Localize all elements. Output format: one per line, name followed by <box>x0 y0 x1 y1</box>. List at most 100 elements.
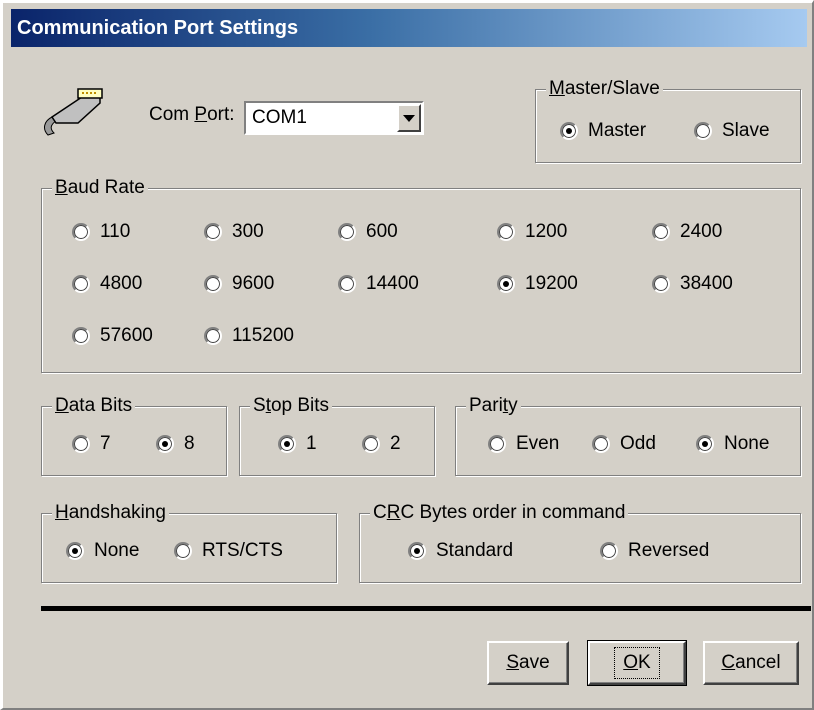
radio-baud-300-label: 300 <box>232 221 264 242</box>
radio-baud-600[interactable]: 600 <box>338 221 398 243</box>
radio-parity-none-dot <box>696 435 714 453</box>
parity-group: Parity Even Odd None <box>455 394 801 476</box>
save-button-rest: ave <box>519 652 550 673</box>
radio-baud-57600[interactable]: 57600 <box>72 325 153 347</box>
radio-parity-odd[interactable]: Odd <box>592 433 656 455</box>
radio-baud-57600-label: 57600 <box>100 325 153 346</box>
radio-handshaking-none[interactable]: None <box>66 540 139 562</box>
radio-master[interactable]: Master <box>560 120 646 142</box>
master-slave-legend-rest: aster/Slave <box>564 78 660 99</box>
radio-data-bits-8[interactable]: 8 <box>156 433 195 455</box>
radio-baud-38400-label: 38400 <box>680 273 733 294</box>
radio-baud-300[interactable]: 300 <box>204 221 264 243</box>
radio-baud-4800[interactable]: 4800 <box>72 273 142 295</box>
com-port-label-post: ort: <box>207 104 235 125</box>
com-port-label: Com Port: <box>149 104 235 126</box>
separator <box>41 606 811 611</box>
radio-data-bits-8-label: 8 <box>184 433 195 454</box>
radio-parity-odd-label: Odd <box>620 433 656 454</box>
radio-stop-bits-2[interactable]: 2 <box>362 433 401 455</box>
radio-baud-4800-dot <box>72 275 90 293</box>
crc-order-group: CRC Bytes order in command Standard Reve… <box>359 501 801 583</box>
baud-rate-legend-rest: aud Rate <box>67 177 145 198</box>
crc-order-legend: CRC Bytes order in command <box>370 501 629 525</box>
radio-baud-115200[interactable]: 115200 <box>204 325 294 347</box>
radio-baud-1200-label: 1200 <box>525 221 568 242</box>
cancel-button[interactable]: Cancel <box>703 641 799 685</box>
save-button-key: S <box>506 652 520 673</box>
handshaking-legend-rest: andshaking <box>68 502 166 523</box>
radio-baud-110[interactable]: 110 <box>72 221 130 243</box>
radio-baud-14400-label: 14400 <box>366 273 419 294</box>
master-slave-legend-key: M <box>549 78 565 99</box>
radio-baud-600-label: 600 <box>366 221 398 242</box>
radio-crc-standard[interactable]: Standard <box>408 540 513 562</box>
crc-order-legend-key: R <box>386 502 401 523</box>
radio-stop-bits-1[interactable]: 1 <box>278 433 317 455</box>
save-button[interactable]: Save <box>487 641 569 685</box>
radio-baud-2400[interactable]: 2400 <box>652 221 722 243</box>
radio-data-bits-7[interactable]: 7 <box>72 433 111 455</box>
radio-baud-4800-label: 4800 <box>100 273 143 294</box>
radio-baud-38400[interactable]: 38400 <box>652 273 733 295</box>
baud-rate-group: Baud Rate 110 300 600 1200 2400 4800 960… <box>41 176 801 373</box>
radio-baud-2400-dot <box>652 223 670 241</box>
parity-legend-pre: Pari <box>469 395 503 416</box>
radio-baud-57600-dot <box>72 327 90 345</box>
radio-parity-none-label: None <box>724 433 770 454</box>
radio-baud-2400-label: 2400 <box>680 221 723 242</box>
cancel-button-key: C <box>721 652 736 673</box>
crc-order-legend-rest: C Bytes order in command <box>400 502 626 523</box>
combo-dropdown-button[interactable] <box>397 104 421 132</box>
radio-baud-14400-dot <box>338 275 356 293</box>
radio-slave-label: Slave <box>722 120 770 141</box>
radio-crc-standard-dot <box>408 542 426 560</box>
radio-baud-14400[interactable]: 14400 <box>338 273 419 295</box>
radio-stop-bits-2-dot <box>362 435 380 453</box>
radio-baud-300-dot <box>204 223 222 241</box>
radio-parity-none[interactable]: None <box>696 433 769 455</box>
radio-parity-even-dot <box>488 435 506 453</box>
radio-master-dot <box>560 122 578 140</box>
radio-parity-even[interactable]: Even <box>488 433 559 455</box>
handshaking-legend: Handshaking <box>52 501 169 525</box>
radio-handshaking-rts-cts-label: RTS/CTS <box>202 540 283 561</box>
com-port-select[interactable]: COM1 <box>244 101 424 135</box>
radio-handshaking-rts-cts[interactable]: RTS/CTS <box>174 540 283 562</box>
radio-baud-1200[interactable]: 1200 <box>497 221 567 243</box>
ok-button-rest: K <box>638 652 651 673</box>
radio-slave-dot <box>694 122 712 140</box>
radio-baud-19200[interactable]: 19200 <box>497 273 578 295</box>
radio-crc-reversed[interactable]: Reversed <box>600 540 709 562</box>
data-bits-legend-key: D <box>55 395 69 416</box>
radio-baud-9600[interactable]: 9600 <box>204 273 274 295</box>
handshaking-group: Handshaking None RTS/CTS <box>41 501 337 583</box>
master-slave-legend: Master/Slave <box>546 77 663 101</box>
data-bits-legend-rest: ata Bits <box>68 395 133 416</box>
radio-parity-even-label: Even <box>516 433 560 454</box>
com-port-label-key: P <box>194 104 208 125</box>
radio-slave[interactable]: Slave <box>694 120 770 142</box>
radio-data-bits-7-label: 7 <box>100 433 111 454</box>
radio-data-bits-7-dot <box>72 435 90 453</box>
parity-legend-rest: y <box>508 395 518 416</box>
ok-button-focus: OK <box>614 647 660 679</box>
radio-handshaking-rts-cts-dot <box>174 542 192 560</box>
baud-rate-legend-key: B <box>55 177 68 198</box>
ok-button[interactable]: OK <box>587 640 687 686</box>
com-port-value: COM1 <box>252 107 307 128</box>
settings-dialog: Communication Port Settings Com Port: CO… <box>0 0 814 710</box>
radio-baud-9600-label: 9600 <box>232 273 275 294</box>
stop-bits-legend-pre: S <box>253 395 266 416</box>
handshaking-legend-key: H <box>55 502 69 523</box>
radio-stop-bits-2-label: 2 <box>390 433 401 454</box>
window-title: Communication Port Settings <box>17 17 299 39</box>
radio-baud-19200-dot <box>497 275 515 293</box>
serial-cable-icon <box>44 88 103 136</box>
title-bar: Communication Port Settings <box>11 9 807 47</box>
com-port-label-pre: Com <box>149 104 195 125</box>
radio-baud-9600-dot <box>204 275 222 293</box>
stop-bits-legend-rest: op Bits <box>270 395 330 416</box>
radio-baud-600-dot <box>338 223 356 241</box>
radio-baud-115200-label: 115200 <box>232 325 294 346</box>
